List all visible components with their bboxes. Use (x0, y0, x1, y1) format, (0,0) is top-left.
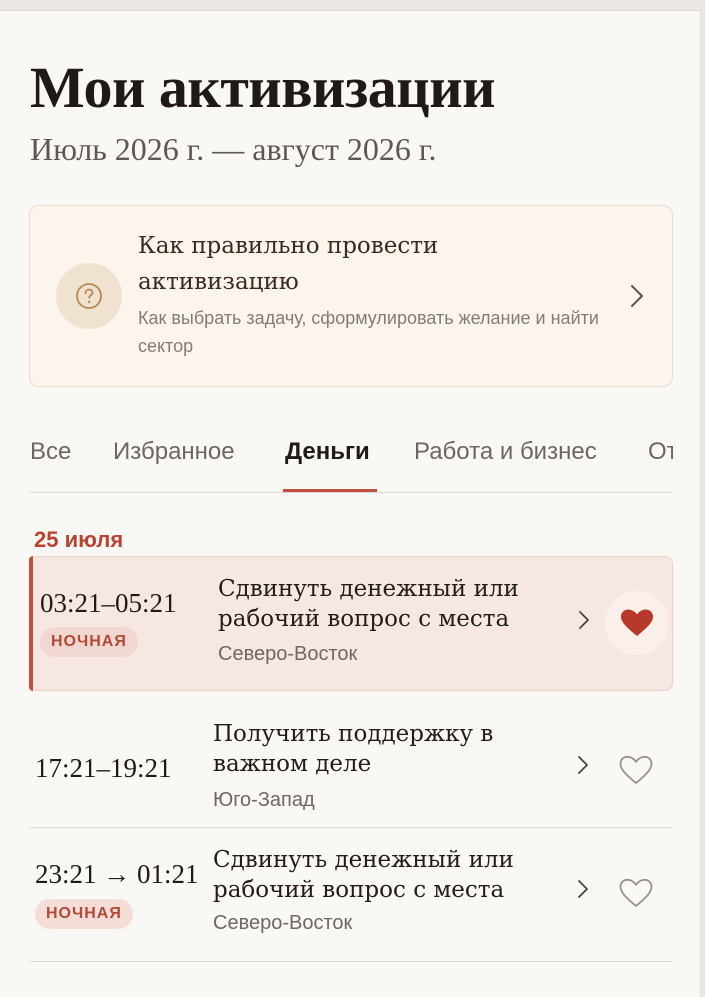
activation-title: Сдвинуть денежный или рабочий вопрос с м… (213, 847, 514, 903)
heart-filled-icon (621, 609, 653, 636)
list-divider (29, 961, 673, 962)
page-title: Мои активизации (30, 55, 496, 120)
date-group-label: 25 июля (34, 527, 124, 552)
activation-time: 17:21–19:21 (35, 753, 172, 783)
chevron-right-icon (630, 284, 644, 313)
list-divider (29, 827, 673, 828)
chevron-right-icon (577, 755, 589, 780)
favorite-button[interactable] (604, 861, 668, 925)
heart-outline-icon (619, 878, 653, 907)
activation-title: Получить поддержку в важном деле (213, 721, 494, 777)
night-badge: НОЧНАЯ (40, 627, 138, 657)
category-tabs: Все Избранное Деньги Работа и бизнес Отн… (0, 411, 673, 493)
favorite-button[interactable] (604, 738, 668, 802)
night-badge: НОЧНАЯ (35, 899, 133, 929)
guide-title: Как правильно провести активизацию (138, 233, 439, 295)
chevron-right-icon (578, 610, 590, 635)
guide-description: Как выбрать задачу, сформулировать желан… (138, 308, 599, 356)
activation-sector: Юго-Запад (213, 789, 315, 811)
tab-work-business[interactable]: Работа и бизнес (414, 436, 597, 468)
active-tab-indicator (283, 489, 377, 492)
chevron-right-icon (577, 879, 589, 904)
activation-title: Сдвинуть денежный или рабочий вопрос с м… (218, 576, 519, 632)
heart-outline-icon (619, 755, 653, 784)
activation-item[interactable]: 17:21–19:21 Получить поддержку в важном … (29, 701, 673, 837)
activation-sector: Северо-Восток (213, 912, 353, 934)
activation-item[interactable]: 23:21 → 01:21 НОЧНАЯ Сдвинуть денежный и… (29, 837, 673, 969)
tab-money[interactable]: Деньги (285, 436, 370, 468)
tab-favorites[interactable]: Избранное (113, 436, 235, 468)
activation-time: 03:21–05:21 (40, 588, 177, 618)
activation-item[interactable]: 03:21–05:21 НОЧНАЯ Сдвинуть денежный или… (29, 556, 673, 691)
activation-time: 23:21 → 01:21 (35, 859, 199, 889)
favorite-button[interactable] (605, 591, 669, 655)
screen: Мои активизации Июль 2026 г. — август 20… (0, 10, 701, 997)
tabs-divider (30, 492, 673, 493)
guide-card[interactable]: Как правильно провести активизацию Как в… (29, 205, 673, 387)
question-circle-icon (56, 263, 122, 329)
activation-sector: Северо-Восток (218, 643, 358, 665)
period-subtitle: Июль 2026 г. — август 2026 г. (30, 131, 437, 167)
tab-all[interactable]: Все (30, 436, 71, 468)
tab-relationships[interactable]: Отношения (648, 436, 673, 468)
